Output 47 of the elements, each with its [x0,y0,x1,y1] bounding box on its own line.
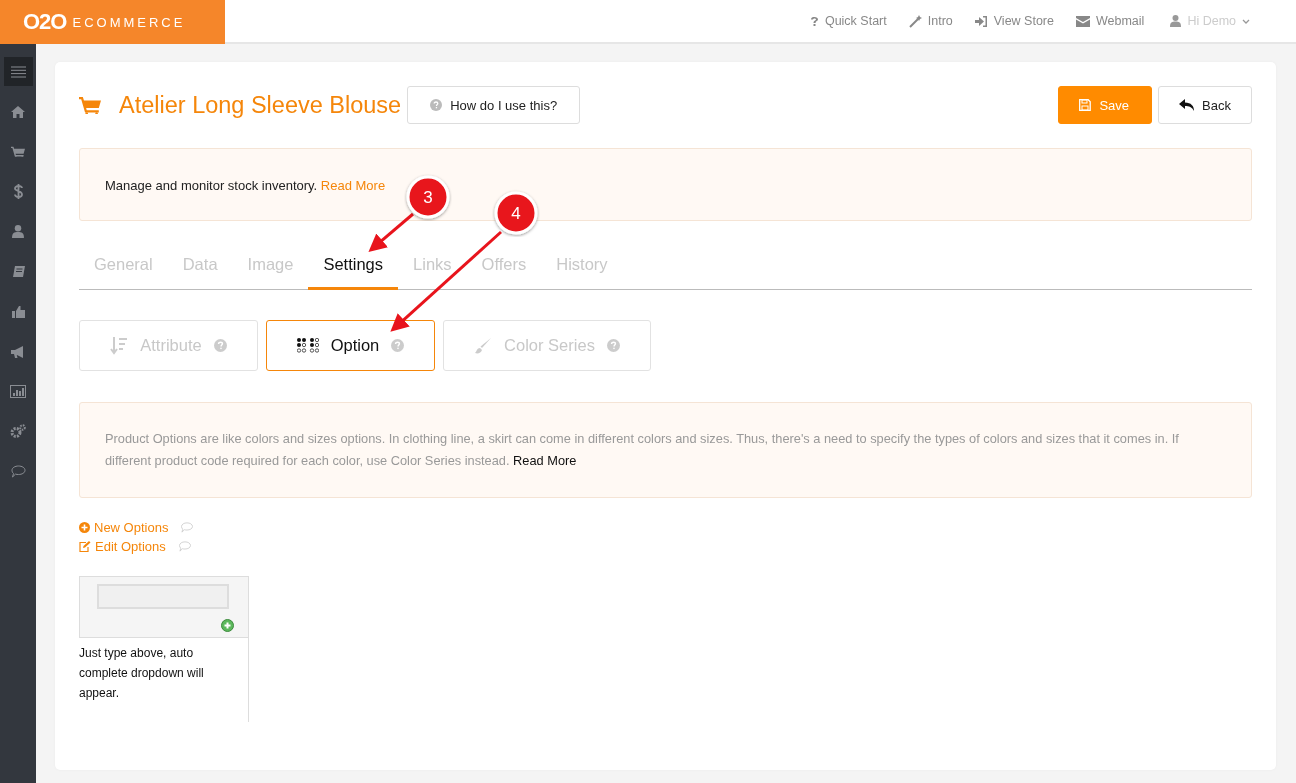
option-tab[interactable]: Option [266,320,435,371]
option-input-field[interactable] [97,584,229,609]
tab[interactable]: Settings [308,241,399,290]
speech-bubble-icon[interactable] [10,465,26,478]
save-button[interactable]: Save [1058,86,1153,124]
top-link[interactable]: View Store [974,14,1054,28]
book-icon[interactable] [11,265,25,278]
question-circle-icon [430,99,443,111]
dots-grid-icon [296,338,319,353]
user-icon[interactable] [12,225,24,238]
hint-text: Just type above, auto complete dropdown will appear. [79,645,205,702]
wand-icon [908,14,922,28]
sort-icon [110,336,129,355]
edit-icon [79,541,91,552]
top-link[interactable]: Webmail [1075,14,1145,28]
page-title: Atelier Long Sleeve Blouse [119,91,402,119]
logo[interactable]: O2O ECOMMERCE [0,0,225,44]
megaphone-icon[interactable] [11,345,25,358]
home-icon[interactable] [11,105,25,118]
help-button[interactable]: How do I use this? [407,86,581,124]
sign-in-icon [974,15,988,27]
action-link[interactable]: New Options [79,520,169,535]
back-button[interactable]: Back [1158,86,1252,124]
info-text: Product Options are like colors and sizes options. In clothing line, a skirt can come in different colors and sizes. Thus, there's a need to specify the types of colors and sizes that it comes in. If different product code required for each color, use Color Series instead. Read More [105,430,1180,470]
cart-icon [79,95,101,115]
bar-chart-icon[interactable] [10,385,26,398]
add-icon[interactable] [221,619,234,632]
read-more-link[interactable]: Read More [513,453,577,468]
dollar-icon[interactable] [13,184,23,199]
menu-icon[interactable] [10,65,26,78]
envelope-icon [1075,15,1090,27]
chevron-down-icon [1242,18,1250,24]
cart-icon[interactable] [11,145,25,158]
read-more-link[interactable]: Read More [320,178,386,193]
question-icon [809,15,819,27]
user-icon [1170,15,1182,27]
question-circle-icon [213,339,227,352]
question-circle-icon [606,339,620,352]
question-circle-icon [391,339,405,352]
top-link[interactable]: Intro [908,14,953,28]
plus-circle-icon [79,522,90,533]
notice-text: Manage and monitor stock inventory. [105,178,318,193]
action-link[interactable]: Edit Options [79,539,166,554]
thumbs-up-icon[interactable] [11,305,25,318]
paintbrush-icon [474,336,493,355]
reply-arrow-icon [1179,99,1195,111]
top-link[interactable]: Quick Start [809,14,887,28]
